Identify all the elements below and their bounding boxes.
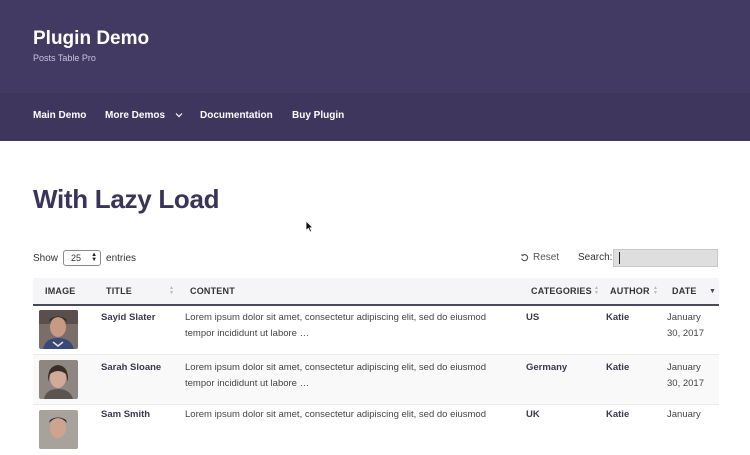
- reset-button[interactable]: Reset: [520, 252, 559, 263]
- row-date-line-1: January: [667, 409, 701, 420]
- entries-select-value: 25: [71, 253, 82, 263]
- search-label: Search:: [578, 252, 613, 263]
- row-thumbnail[interactable]: [39, 310, 78, 349]
- entries-select[interactable]: 25 ▲ ▼: [63, 250, 102, 266]
- nav-buy-plugin[interactable]: Buy Plugin: [292, 110, 344, 121]
- row-title-link[interactable]: Sayid Slater: [101, 310, 155, 326]
- row-category-link[interactable]: Germany: [526, 360, 567, 376]
- column-header-content[interactable]: CONTENT: [190, 286, 235, 296]
- row-content-line-1: Lorem ipsum dolor sit amet, consectetur …: [185, 312, 486, 323]
- row-date-line-2: 30, 2017: [667, 378, 704, 389]
- entries-length-control: Show 25 ▲ ▼ entries: [33, 250, 136, 266]
- row-content-line-1: Lorem ipsum dolor sit amet, consectetur …: [185, 362, 486, 373]
- entries-label: entries: [106, 252, 137, 264]
- row-title-link[interactable]: Sam Smith: [101, 407, 150, 423]
- row-thumbnail[interactable]: [39, 360, 78, 399]
- row-content-line-1: Lorem ipsum dolor sit amet, consectetur …: [185, 409, 486, 420]
- chevron-down-icon: [175, 113, 183, 118]
- reset-icon: [520, 253, 529, 262]
- nav-main-demo[interactable]: Main Demo: [33, 110, 86, 121]
- main-navigation: Main Demo More Demos Documentation Buy P…: [0, 93, 750, 141]
- select-arrows-icon: ▲ ▼: [91, 252, 98, 263]
- row-date-line-1: January: [667, 312, 701, 323]
- site-tagline: Posts Table Pro: [33, 53, 96, 63]
- row-thumbnail[interactable]: [39, 410, 78, 449]
- row-title-link[interactable]: Sarah Sloane: [101, 360, 161, 376]
- row-author-link[interactable]: Katie: [606, 360, 629, 376]
- row-author-link[interactable]: Katie: [606, 310, 629, 326]
- page-title: With Lazy Load: [33, 184, 220, 214]
- mouse-pointer-icon: [305, 220, 314, 233]
- column-header-image: IMAGE: [45, 286, 76, 296]
- site-title[interactable]: Plugin Demo: [33, 28, 149, 50]
- sort-icon: ▲ ▼: [653, 285, 658, 296]
- row-author-link[interactable]: Katie: [606, 407, 629, 423]
- search-input[interactable]: [613, 249, 718, 267]
- nav-more-demos-label: More Demos: [105, 110, 166, 121]
- site-header: Plugin Demo Posts Table Pro Main Demo Mo…: [0, 0, 750, 141]
- sort-icon: ▲ ▼: [594, 285, 599, 296]
- column-header-date[interactable]: DATE: [672, 286, 697, 296]
- site-branding[interactable]: Plugin Demo Posts Table Pro: [33, 28, 149, 63]
- sort-icon: ▲ ▼: [169, 285, 174, 296]
- column-header-categories[interactable]: CATEGORIES: [531, 286, 592, 296]
- row-date-line-2: 30, 2017: [667, 328, 704, 339]
- row-content-line-2: tempor incididunt ut labore …: [185, 378, 310, 389]
- nav-documentation[interactable]: Documentation: [200, 110, 273, 121]
- sort-descending-icon: ▼: [709, 288, 716, 295]
- table-row: Sayid Slater Lorem ipsum dolor sit amet,…: [33, 305, 719, 355]
- row-content-line-2: tempor incididunt ut labore …: [185, 328, 310, 339]
- show-label: Show: [33, 252, 59, 264]
- row-category-link[interactable]: UK: [526, 407, 540, 423]
- table-header: IMAGE TITLE ▲ ▼ CONTENT CATEGORIES ▲ ▼ AUT…: [33, 278, 719, 306]
- row-category-link[interactable]: US: [526, 310, 539, 326]
- text-caret: [619, 252, 620, 264]
- table-row: Sam Smith Lorem ipsum dolor sit amet, co…: [33, 405, 719, 455]
- column-header-author[interactable]: AUTHOR: [610, 286, 650, 296]
- table-row: Sarah Sloane Lorem ipsum dolor sit amet,…: [33, 355, 719, 405]
- row-date-line-1: January: [667, 362, 701, 373]
- reset-label: Reset: [533, 252, 560, 263]
- column-header-title[interactable]: TITLE: [106, 286, 132, 296]
- nav-more-demos[interactable]: More Demos: [105, 110, 183, 121]
